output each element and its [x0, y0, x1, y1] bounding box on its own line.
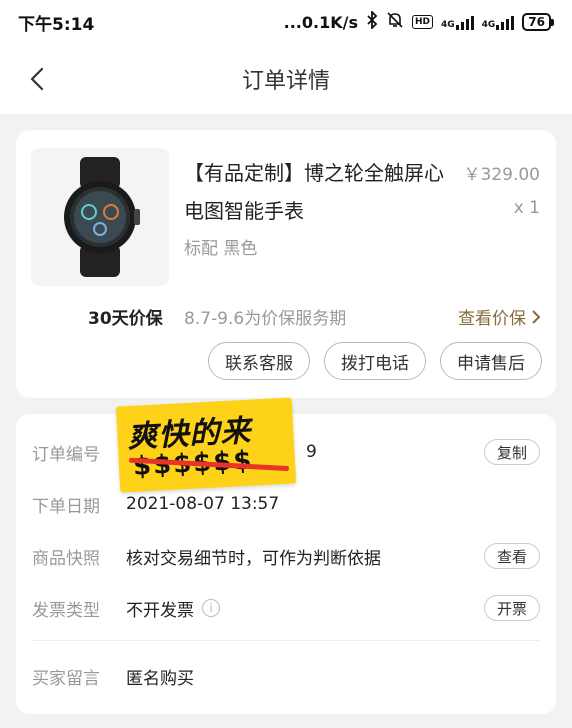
smartwatch-icon: [64, 157, 140, 277]
product-quantity: x 1: [513, 198, 540, 218]
invoice-value: 不开发票: [126, 600, 194, 621]
chevron-right-icon: [532, 309, 541, 324]
call-phone-button[interactable]: 拨打电话: [324, 342, 426, 380]
order-date-row: 下单日期 2021-08-07 13:57: [16, 484, 556, 524]
snapshot-label: 商品快照: [32, 548, 100, 569]
hd-badge: HD: [411, 15, 433, 29]
buyer-message-value: 匿名购买: [126, 668, 194, 689]
action-buttons: 联系客服 拨打电话 申请售后: [208, 342, 542, 380]
copy-button[interactable]: 复制: [483, 439, 540, 465]
signal-2: 4G: [482, 14, 515, 30]
product-spec: 标配 黑色: [184, 239, 258, 259]
order-date-label: 下单日期: [32, 496, 100, 517]
divider: [32, 640, 540, 641]
buyer-message-label: 买家留言: [32, 668, 100, 689]
promo-sticker: 爽快的来 $$$$$$: [115, 397, 297, 493]
order-number-value: 9: [306, 442, 317, 462]
view-snapshot-button[interactable]: 查看: [483, 543, 540, 569]
buyer-message-row: 买家留言 匿名购买: [16, 656, 556, 696]
status-time: 下午5:14: [18, 14, 95, 35]
battery-icon: 76: [522, 13, 554, 31]
guarantee-period: 8.7-9.6为价保服务期: [184, 309, 347, 329]
product-price: ￥329.00: [463, 165, 540, 185]
snapshot-row: 商品快照 核对交易细节时，可作为判断依据 查看: [16, 536, 556, 576]
snapshot-value: 核对交易细节时，可作为判断依据: [126, 548, 381, 569]
battery-level: 76: [522, 13, 551, 31]
page-header: 订单详情: [0, 44, 572, 114]
signal-1: 4G: [441, 14, 474, 30]
product-name[interactable]: 【有品定制】博之轮全触屏心电图智能手表: [184, 154, 454, 230]
order-date-value: 2021-08-07 13:57: [126, 494, 280, 514]
network-speed: ...0.1K/s: [283, 12, 358, 32]
net-type-2: 4G: [481, 20, 496, 30]
contact-service-button[interactable]: 联系客服: [208, 342, 310, 380]
invoice-label: 发票类型: [32, 600, 100, 621]
product-image[interactable]: [31, 148, 169, 286]
price-guarantee-row: 30天价保 8.7-9.6为价保服务期 查看价保: [16, 302, 556, 332]
back-arrow-icon[interactable]: [24, 65, 52, 93]
invoice-row: 发票类型 不开发票 i 开票: [16, 588, 556, 628]
issue-invoice-button[interactable]: 开票: [483, 595, 540, 621]
net-type-1: 4G: [440, 20, 455, 30]
status-bar: 下午5:14 ...0.1K/s HD 4G 4G 76: [0, 0, 572, 44]
status-icons: ...0.1K/s HD 4G 4G 76: [283, 9, 554, 33]
page-title: 订单详情: [241, 69, 330, 94]
view-guarantee-link[interactable]: 查看价保: [458, 304, 542, 329]
bluetooth-icon: [366, 9, 378, 33]
signal-bars-icon: [455, 14, 474, 30]
info-icon[interactable]: i: [202, 599, 220, 617]
mute-icon: [386, 11, 404, 33]
invoice-value-group: 不开发票 i: [126, 596, 220, 621]
order-number-label: 订单编号: [32, 444, 100, 465]
product-card: 【有品定制】博之轮全触屏心电图智能手表 标配 黑色 ￥329.00 x 1 30…: [16, 130, 556, 398]
guarantee-label: 30天价保: [88, 309, 163, 329]
view-guarantee-label: 查看价保: [458, 309, 526, 329]
signal-bars-icon: [496, 14, 515, 30]
after-sale-button[interactable]: 申请售后: [440, 342, 542, 380]
